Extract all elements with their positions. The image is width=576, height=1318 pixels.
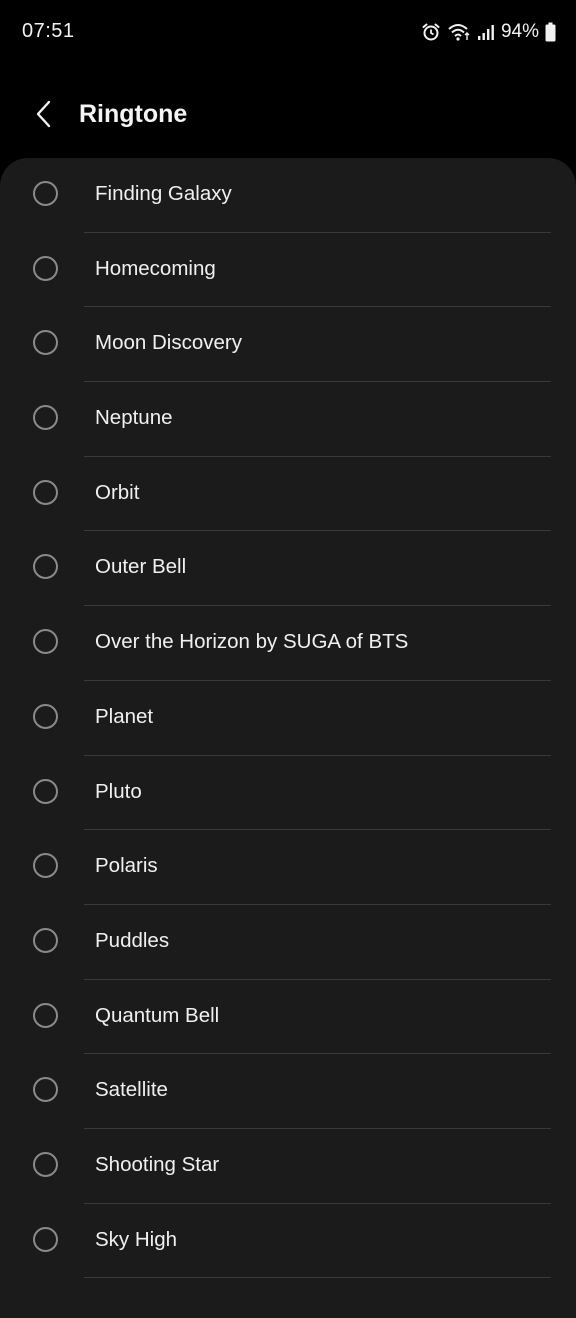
ringtone-label: Orbit: [95, 480, 140, 504]
back-button[interactable]: [20, 94, 68, 138]
radio-button[interactable]: [33, 927, 58, 953]
ringtone-item[interactable]: Orbit: [0, 457, 576, 532]
ringtone-item[interactable]: Sky High: [0, 1204, 576, 1279]
status-icons: 94%: [421, 18, 556, 46]
ringtone-label: Moon Discovery: [95, 331, 242, 355]
ringtone-label: Finding Galaxy: [95, 182, 232, 205]
ringtone-item[interactable]: Moon Discovery: [0, 307, 576, 383]
battery-icon: [545, 22, 556, 42]
status-bar: 07:51 94%: [0, 0, 576, 64]
ringtone-label: Satellite: [95, 1078, 168, 1102]
ringtone-label: Pluto: [95, 779, 142, 803]
ringtone-item[interactable]: Quantum Bell: [0, 980, 576, 1055]
radio-button[interactable]: [33, 1077, 58, 1103]
radio-button[interactable]: [33, 853, 58, 879]
ringtone-label: Puddles: [95, 928, 170, 952]
radio-button[interactable]: [33, 629, 58, 655]
ringtone-label: Outer Bell: [95, 555, 187, 579]
ringtone-item[interactable]: Shooting Star: [0, 1129, 576, 1204]
ringtone-item[interactable]: Outer Bell: [0, 531, 576, 607]
app-bar: Ringtone: [0, 64, 576, 160]
radio-button[interactable]: [33, 479, 58, 505]
ringtone-label: Neptune: [95, 406, 173, 430]
ringtone-label: Homecoming: [95, 256, 216, 280]
radio-button[interactable]: [33, 703, 58, 729]
radio-button[interactable]: [33, 1151, 58, 1177]
battery-percent: 94%: [500, 21, 539, 42]
ringtone-list: Finding Galaxy Homecoming Moon Discovery…: [0, 158, 576, 1318]
back-arrow-icon: [34, 99, 54, 134]
ringtone-item[interactable]: Polaris: [0, 830, 576, 905]
divider: [84, 1277, 551, 1279]
ringtone-item[interactable]: Puddles: [0, 905, 576, 980]
alarm-icon: [421, 22, 441, 42]
ringtone-item[interactable]: Homecoming: [0, 233, 576, 308]
ringtone-label: Shooting Star: [95, 1152, 220, 1176]
radio-button[interactable]: [33, 330, 58, 356]
status-time: 07:51: [22, 20, 75, 42]
ringtone-item[interactable]: Pluto: [0, 756, 576, 831]
ringtone-item[interactable]: Finding Galaxy: [0, 158, 576, 233]
page-title: Ringtone: [79, 100, 188, 128]
radio-button[interactable]: [33, 255, 58, 281]
radio-button[interactable]: [33, 1226, 58, 1252]
ringtone-item[interactable]: Satellite: [0, 1054, 576, 1129]
ringtone-item[interactable]: Neptune: [0, 382, 576, 457]
ringtone-label: Over the Horizon by SUGA of BTS: [95, 630, 409, 654]
wifi-icon: [447, 22, 471, 42]
radio-button[interactable]: [33, 181, 58, 206]
ringtone-item[interactable]: Over the Horizon by SUGA of BTS: [0, 606, 576, 681]
ringtone-label: Polaris: [95, 854, 158, 878]
ringtone-label: Sky High: [95, 1227, 178, 1251]
radio-button[interactable]: [33, 554, 58, 580]
radio-button[interactable]: [33, 778, 58, 804]
radio-button[interactable]: [33, 1002, 58, 1028]
signal-icon: [477, 23, 495, 41]
ringtone-label: Quantum Bell: [95, 1003, 220, 1027]
ringtone-item[interactable]: Planet: [0, 681, 576, 756]
radio-button[interactable]: [33, 405, 58, 431]
ringtone-label: Planet: [95, 704, 154, 728]
